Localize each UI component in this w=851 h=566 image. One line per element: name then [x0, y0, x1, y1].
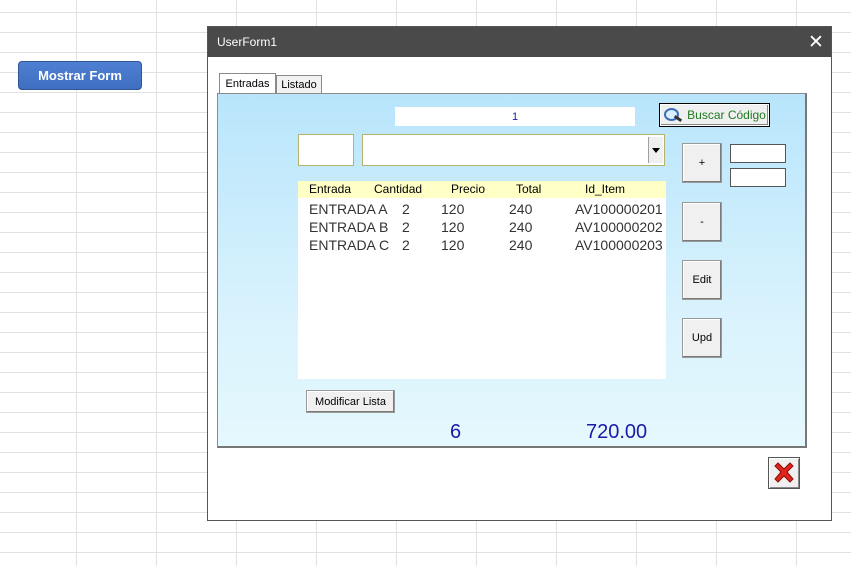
- entradas-panel: 1 Buscar Código Entrada Cantidad Precio …: [217, 93, 807, 448]
- cell-precio: 120: [441, 237, 465, 253]
- cell-id-item: AV100000203: [575, 237, 663, 253]
- cell-entrada: ENTRADA C: [309, 237, 390, 253]
- table-row[interactable]: ENTRADA A 2 120 240 AV100000201: [298, 201, 666, 219]
- side-input-top[interactable]: [730, 144, 786, 163]
- cell-cantidad: 2: [402, 237, 410, 253]
- window-close-button[interactable]: ✕: [801, 27, 831, 57]
- entries-listbox[interactable]: Entrada Cantidad Precio Total Id_Item EN…: [298, 181, 666, 379]
- combo-dropdown-button[interactable]: [648, 137, 663, 163]
- cell-entrada: ENTRADA B: [309, 219, 389, 235]
- remove-button[interactable]: -: [682, 202, 722, 242]
- code-input[interactable]: [298, 134, 354, 166]
- tab-entradas[interactable]: Entradas: [219, 73, 276, 93]
- cell-cantidad: 2: [402, 201, 410, 217]
- total-amount: 720.00: [586, 421, 648, 443]
- window-titlebar: UserForm1 ✕: [208, 27, 831, 57]
- update-button[interactable]: Upd: [682, 318, 722, 358]
- chevron-down-icon: [652, 147, 660, 153]
- table-row[interactable]: ENTRADA B 2 120 240 AV100000202: [298, 219, 666, 237]
- side-input-bottom[interactable]: [730, 168, 786, 187]
- code-display: 1: [395, 107, 635, 126]
- header-total: Total: [516, 182, 542, 196]
- exit-button[interactable]: [768, 457, 800, 489]
- add-button[interactable]: +: [682, 143, 722, 183]
- cell-total: 240: [509, 201, 533, 217]
- cell-id-item: AV100000201: [575, 201, 663, 217]
- total-count: 6: [450, 421, 462, 443]
- header-cantidad: Cantidad: [374, 182, 423, 196]
- buscar-codigo-label: Buscar Código: [687, 108, 766, 122]
- header-precio: Precio: [451, 182, 486, 196]
- header-id-item: Id_Item: [585, 182, 626, 196]
- cell-precio: 120: [441, 219, 465, 235]
- cell-precio: 120: [441, 201, 465, 217]
- cell-cantidad: 2: [402, 219, 410, 235]
- magnifier-icon: [663, 107, 685, 123]
- window-title: UserForm1: [217, 35, 278, 49]
- tab-listado[interactable]: Listado: [276, 75, 322, 93]
- red-x-icon: [774, 462, 794, 483]
- entrada-combobox[interactable]: [362, 134, 665, 166]
- list-header: Entrada Cantidad Precio Total Id_Item: [298, 181, 666, 198]
- cell-total: 240: [509, 219, 533, 235]
- userform-window: UserForm1 ✕ Entradas Listado 1 Buscar Có…: [207, 26, 832, 521]
- buscar-codigo-button[interactable]: Buscar Código: [659, 103, 770, 127]
- edit-button[interactable]: Edit: [682, 260, 722, 300]
- header-entrada: Entrada: [309, 182, 352, 196]
- cell-entrada: ENTRADA A: [309, 201, 388, 217]
- table-row[interactable]: ENTRADA C 2 120 240 AV100000203: [298, 237, 666, 255]
- mostrar-form-button[interactable]: Mostrar Form: [18, 61, 142, 90]
- cell-total: 240: [509, 237, 533, 253]
- modificar-lista-button[interactable]: Modificar Lista: [306, 390, 395, 413]
- cell-id-item: AV100000202: [575, 219, 663, 235]
